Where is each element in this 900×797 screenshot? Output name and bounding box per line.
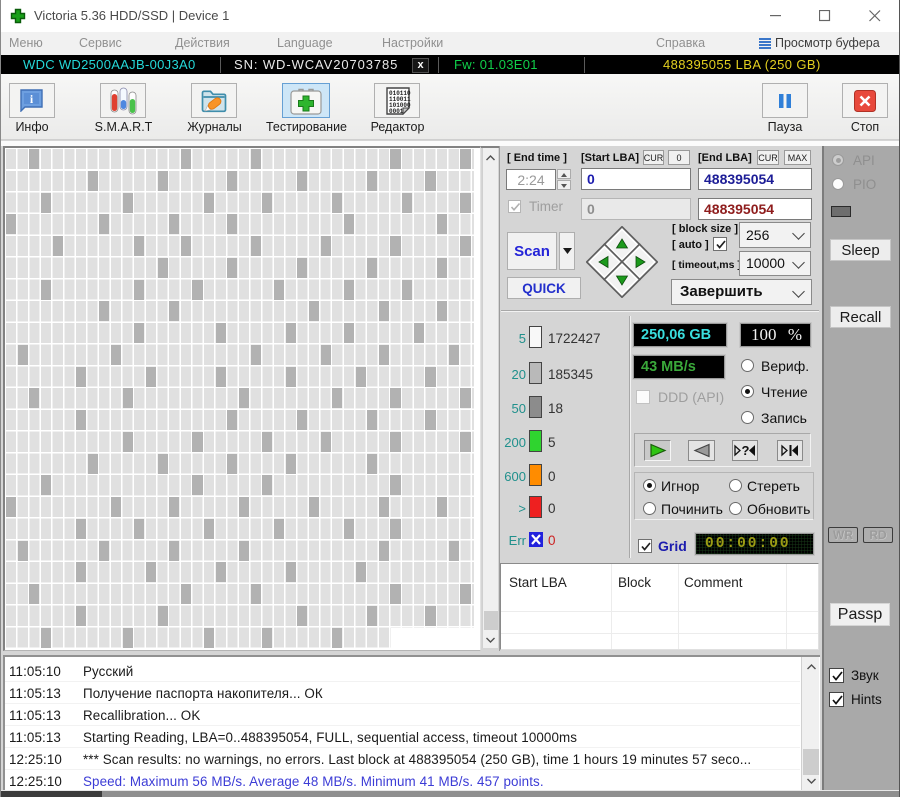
svg-text:?: ? bbox=[742, 444, 750, 457]
svg-text:0001: 0001 bbox=[389, 108, 404, 115]
